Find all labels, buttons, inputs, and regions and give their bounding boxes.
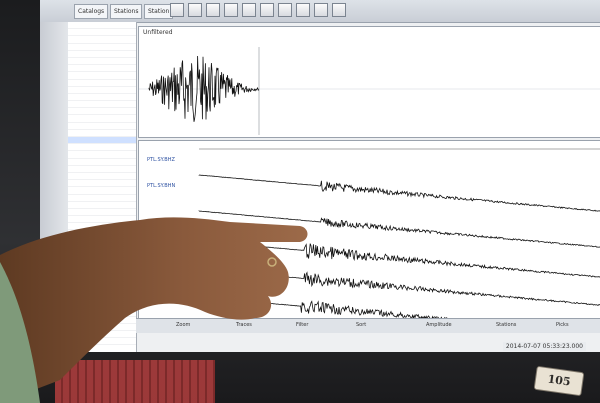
- station-list-row[interactable]: [68, 274, 136, 281]
- seismograph-screen: Catalogs Stations Station Unfiltered PTL…: [40, 0, 600, 352]
- station-list-row[interactable]: [68, 151, 136, 159]
- station-list-row[interactable]: [68, 266, 136, 274]
- status-item: Filter: [296, 322, 309, 328]
- station-list-row[interactable]: [68, 187, 136, 195]
- tab-catalogs[interactable]: Catalogs: [74, 4, 109, 19]
- station-list-row[interactable]: [68, 338, 136, 346]
- toolbar: Catalogs Stations Station: [40, 0, 600, 23]
- station-list-row[interactable]: [68, 202, 136, 209]
- keyboard: [55, 360, 215, 403]
- seismic-trace: [198, 268, 600, 306]
- seismic-trace: [198, 174, 600, 212]
- status-item: Traces: [236, 322, 252, 328]
- station-list-row[interactable]: [68, 36, 136, 44]
- zoom-out-icon[interactable]: [224, 3, 238, 17]
- station-list-row[interactable]: [68, 295, 136, 303]
- station-list-row[interactable]: [68, 51, 136, 58]
- station-list-row[interactable]: [68, 87, 136, 94]
- status-item: Amplitude: [426, 322, 452, 328]
- station-list-row[interactable]: [68, 238, 136, 245]
- station-list-row[interactable]: [68, 80, 136, 87]
- status-bar: Zoom Traces Filter Sort Amplitude Statio…: [136, 318, 600, 333]
- station-list-row[interactable]: [68, 58, 136, 66]
- settings-icon[interactable]: [332, 3, 346, 17]
- station-list-row[interactable]: [68, 94, 136, 102]
- tab-stations[interactable]: Stations: [110, 4, 143, 19]
- station-list-row[interactable]: [68, 173, 136, 181]
- station-list-row[interactable]: [68, 216, 136, 224]
- zoom-in-icon[interactable]: [206, 3, 220, 17]
- station-list-row[interactable]: [68, 230, 136, 238]
- unfiltered-trace-panel[interactable]: Unfiltered: [138, 26, 600, 138]
- station-list-row[interactable]: [68, 29, 136, 37]
- station-list-row[interactable]: [68, 123, 136, 130]
- station-list-row[interactable]: [68, 115, 136, 123]
- station-list-row[interactable]: [68, 137, 136, 145]
- trace-label: PTL.SY.BHN: [147, 183, 176, 189]
- station-list-row[interactable]: [68, 101, 136, 109]
- station-list-row[interactable]: [68, 72, 136, 80]
- trace-label: PTL.SY.BHZ: [147, 157, 175, 163]
- station-list-row[interactable]: [68, 288, 136, 296]
- refresh-icon[interactable]: [314, 3, 328, 17]
- save-icon[interactable]: [188, 3, 202, 17]
- trace-area: [198, 148, 600, 331]
- status-item: Zoom: [176, 322, 191, 328]
- station-list-row[interactable]: [68, 324, 136, 332]
- station-list-row[interactable]: [68, 166, 136, 173]
- timestamp: 2014-07-07 05:33:23.000: [502, 342, 586, 351]
- station-list-row[interactable]: [68, 22, 136, 30]
- station-list-row[interactable]: [68, 331, 136, 339]
- station-list-row[interactable]: [68, 44, 136, 51]
- seismic-trace: [198, 240, 600, 278]
- play-icon[interactable]: [278, 3, 292, 17]
- station-list-row[interactable]: [68, 144, 136, 152]
- station-list-row[interactable]: [68, 317, 136, 324]
- station-list-row[interactable]: [68, 281, 136, 288]
- station-list-row[interactable]: [68, 252, 136, 260]
- station-list-row[interactable]: [68, 180, 136, 188]
- status-item: Stations: [496, 322, 517, 328]
- overview-waveform: [139, 47, 600, 135]
- seismic-trace: [198, 210, 600, 248]
- multi-trace-panel[interactable]: PTL.SY.BHZ PTL.SY.BHN: [138, 140, 600, 332]
- station-list-row[interactable]: [68, 302, 136, 310]
- tab-station[interactable]: Station: [144, 4, 174, 19]
- station-list-row[interactable]: [68, 245, 136, 252]
- station-list-row[interactable]: [68, 65, 136, 73]
- station-list-row[interactable]: [68, 209, 136, 217]
- station-list[interactable]: [68, 22, 137, 352]
- station-list-row[interactable]: [68, 159, 136, 166]
- station-list-row[interactable]: [68, 223, 136, 231]
- station-list-row[interactable]: [68, 108, 136, 116]
- station-list-row[interactable]: [68, 259, 136, 267]
- status-item: Picks: [556, 322, 569, 328]
- open-file-icon[interactable]: [170, 3, 184, 17]
- filter-icon[interactable]: [242, 3, 256, 17]
- status-item: Sort: [356, 322, 367, 328]
- pick-icon[interactable]: [260, 3, 274, 17]
- stop-icon[interactable]: [296, 3, 310, 17]
- station-list-row[interactable]: [68, 310, 136, 317]
- station-list-row[interactable]: [68, 195, 136, 202]
- station-list-row[interactable]: [68, 130, 136, 137]
- station-list-row[interactable]: [68, 345, 136, 352]
- side-strip: [40, 22, 69, 352]
